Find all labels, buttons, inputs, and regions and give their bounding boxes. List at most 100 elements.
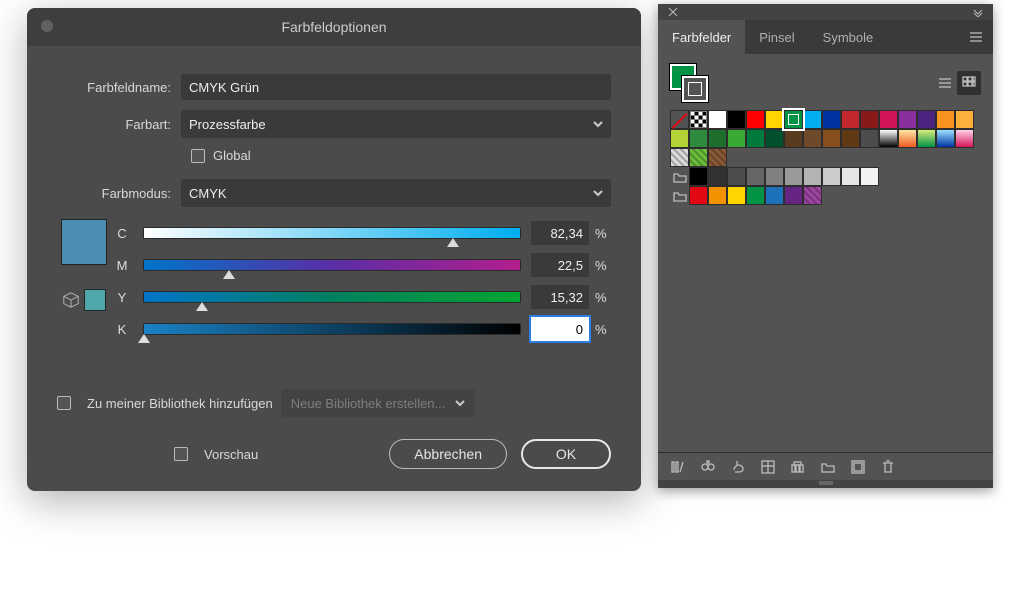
color-swatch[interactable]: [670, 129, 689, 148]
cancel-button[interactable]: Abbrechen: [389, 439, 507, 469]
none-swatch[interactable]: [670, 110, 689, 129]
tab-symbole[interactable]: Symbole: [809, 20, 888, 54]
color-swatch[interactable]: [879, 110, 898, 129]
color-swatch[interactable]: [860, 167, 879, 186]
color-swatch[interactable]: [955, 129, 974, 148]
color-swatch[interactable]: [727, 167, 746, 186]
color-swatch[interactable]: [898, 110, 917, 129]
color-type-select[interactable]: Prozessfarbe: [181, 110, 611, 138]
color-swatch[interactable]: [917, 110, 936, 129]
m-slider[interactable]: [143, 259, 521, 271]
panel-menu-button[interactable]: [959, 20, 993, 54]
color-swatch[interactable]: [746, 167, 765, 186]
fill-stroke-indicator[interactable]: [670, 64, 708, 102]
dialog-titlebar[interactable]: Farbfeldoptionen: [27, 8, 641, 46]
color-swatch[interactable]: [784, 110, 803, 129]
new-color-group-icon[interactable]: [790, 459, 806, 475]
color-swatch[interactable]: [727, 110, 746, 129]
color-swatch[interactable]: [727, 129, 746, 148]
color-swatch[interactable]: [803, 129, 822, 148]
panel-collapse-icon[interactable]: [973, 7, 983, 17]
grid-view-button[interactable]: [957, 71, 981, 95]
color-swatch[interactable]: [708, 110, 727, 129]
c-slider[interactable]: [143, 227, 521, 239]
color-swatch[interactable]: [803, 186, 822, 205]
out-of-gamut-icon[interactable]: [62, 291, 80, 309]
color-swatch[interactable]: [746, 186, 765, 205]
swatch-libraries-icon[interactable]: [670, 459, 686, 475]
alt-color-swatch[interactable]: [84, 289, 106, 311]
k-value-input[interactable]: [531, 317, 589, 341]
tab-pinsel[interactable]: Pinsel: [745, 20, 808, 54]
stroke-swatch[interactable]: [682, 76, 708, 102]
swatch-kinds-icon[interactable]: [700, 459, 716, 475]
color-swatch[interactable]: [841, 129, 860, 148]
swatch-group-folder[interactable]: [670, 167, 689, 186]
swatch-name-input[interactable]: [181, 74, 611, 100]
slider-knob[interactable]: [196, 302, 208, 311]
add-to-library-checkbox[interactable]: [57, 396, 71, 410]
color-swatch[interactable]: [936, 129, 955, 148]
color-swatch[interactable]: [689, 129, 708, 148]
color-swatch[interactable]: [746, 110, 765, 129]
swatch-options-icon[interactable]: [760, 459, 776, 475]
color-swatch[interactable]: [841, 167, 860, 186]
color-swatch[interactable]: [689, 167, 708, 186]
color-swatch[interactable]: [803, 110, 822, 129]
color-swatch[interactable]: [765, 110, 784, 129]
panel-grip[interactable]: [658, 4, 993, 20]
panel-resize-handle[interactable]: [658, 480, 993, 488]
folder-icon: [672, 169, 688, 185]
color-swatch[interactable]: [784, 186, 803, 205]
color-swatch[interactable]: [765, 167, 784, 186]
c-value-input[interactable]: [531, 221, 589, 245]
global-checkbox[interactable]: [191, 149, 205, 163]
slider-knob[interactable]: [138, 334, 150, 343]
color-mode-select[interactable]: CMYK: [181, 179, 611, 207]
y-slider[interactable]: [143, 291, 521, 303]
k-slider[interactable]: [143, 323, 521, 335]
library-select[interactable]: Neue Bibliothek erstellen...: [281, 389, 476, 417]
color-swatch[interactable]: [746, 129, 765, 148]
new-folder-icon[interactable]: [820, 459, 836, 475]
slider-knob[interactable]: [223, 270, 235, 279]
color-swatch[interactable]: [822, 129, 841, 148]
color-swatch[interactable]: [917, 129, 936, 148]
registration-swatch[interactable]: [689, 110, 708, 129]
color-swatch[interactable]: [708, 167, 727, 186]
color-swatch[interactable]: [765, 129, 784, 148]
color-swatch[interactable]: [689, 148, 708, 167]
color-swatch[interactable]: [898, 129, 917, 148]
color-swatch[interactable]: [689, 186, 708, 205]
color-swatch[interactable]: [708, 129, 727, 148]
color-swatch[interactable]: [822, 167, 841, 186]
color-swatch[interactable]: [803, 167, 822, 186]
color-swatch[interactable]: [841, 110, 860, 129]
ok-button[interactable]: OK: [521, 439, 611, 469]
tab-farbfelder[interactable]: Farbfelder: [658, 20, 745, 54]
color-swatch[interactable]: [860, 129, 879, 148]
list-view-button[interactable]: [933, 71, 957, 95]
color-swatch[interactable]: [784, 167, 803, 186]
close-icon[interactable]: [41, 20, 53, 32]
add-to-library-icon[interactable]: [730, 459, 746, 475]
color-swatch[interactable]: [860, 110, 879, 129]
m-value-input[interactable]: [531, 253, 589, 277]
color-swatch[interactable]: [708, 148, 727, 167]
swatch-group-folder[interactable]: [670, 186, 689, 205]
color-swatch[interactable]: [936, 110, 955, 129]
trash-icon[interactable]: [880, 459, 896, 475]
preview-checkbox[interactable]: [174, 447, 188, 461]
slider-knob[interactable]: [447, 238, 459, 247]
color-swatch[interactable]: [879, 129, 898, 148]
color-swatch[interactable]: [822, 110, 841, 129]
color-swatch[interactable]: [727, 186, 746, 205]
color-swatch[interactable]: [765, 186, 784, 205]
color-swatch[interactable]: [708, 186, 727, 205]
panel-close-icon[interactable]: [668, 7, 678, 17]
color-swatch[interactable]: [955, 110, 974, 129]
y-value-input[interactable]: [531, 285, 589, 309]
color-swatch[interactable]: [670, 148, 689, 167]
color-swatch[interactable]: [784, 129, 803, 148]
new-swatch-icon[interactable]: [850, 459, 866, 475]
